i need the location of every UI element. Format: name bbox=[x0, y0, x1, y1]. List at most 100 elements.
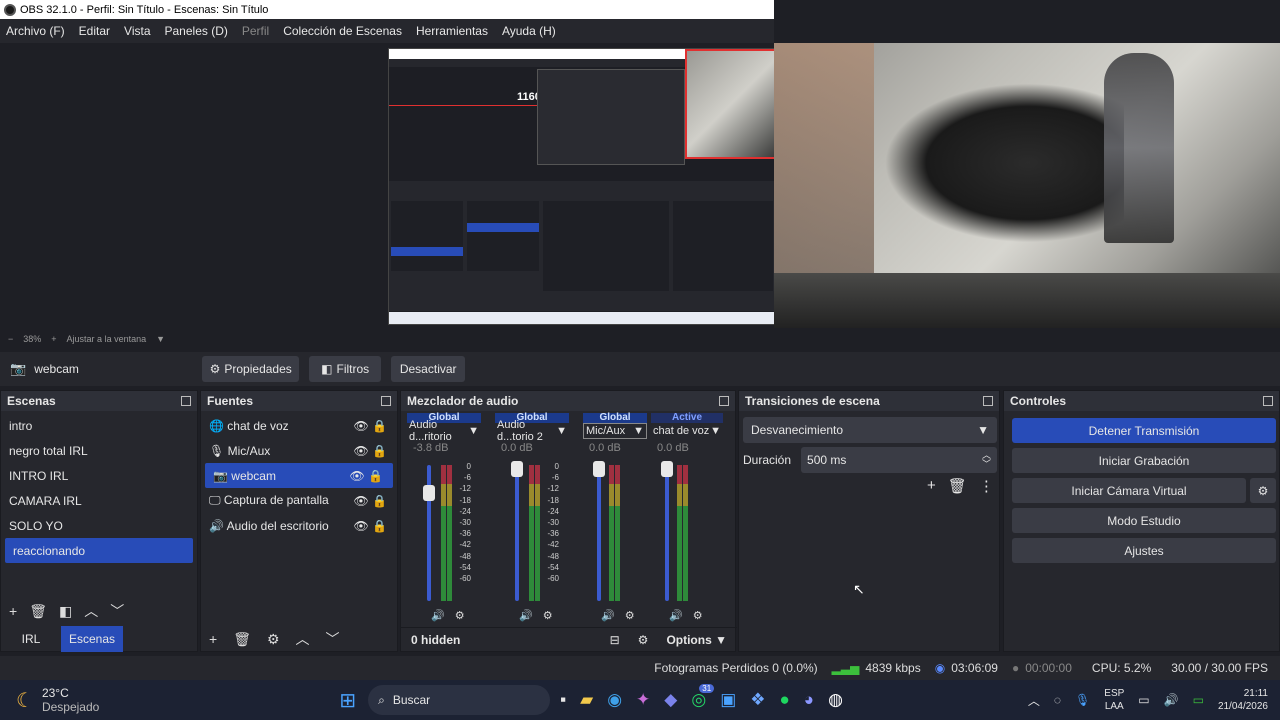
duration-spinbox[interactable]: 500 ms ︿ ﹀ bbox=[801, 447, 997, 473]
source-item-audio-del-escritorio[interactable]: 🔊 Audio del escritorio 👁 🔒 bbox=[201, 513, 397, 538]
spotify-icon[interactable]: ● bbox=[780, 690, 790, 710]
volume-fader-knob[interactable] bbox=[423, 485, 435, 502]
scene-item-negro-total-irl[interactable]: negro total IRL bbox=[1, 438, 197, 463]
chevron-down-icon[interactable]: ▼ bbox=[156, 334, 165, 344]
volume-fader-knob[interactable] bbox=[511, 461, 523, 477]
menu-coleccion[interactable]: Colección de Escenas bbox=[283, 24, 402, 38]
lock-icon[interactable]: 🔒 bbox=[372, 494, 387, 508]
dropbox-icon[interactable]: ❖ bbox=[750, 690, 765, 710]
chevron-down-icon[interactable]: ﹀ bbox=[326, 629, 340, 649]
lock-icon[interactable]: 🔒 bbox=[372, 519, 387, 533]
chevron-up-icon[interactable]: ︿ bbox=[84, 601, 98, 621]
settings-icon[interactable]: ⚙ bbox=[693, 609, 703, 622]
virtual-camera-button[interactable]: Iniciar Cámara Virtual bbox=[1012, 478, 1246, 503]
menu-ayuda[interactable]: Ayuda (H) bbox=[502, 24, 556, 38]
edge-icon[interactable]: ◉ bbox=[607, 690, 622, 710]
trash-icon[interactable]: 🗑 bbox=[29, 603, 47, 620]
stop-stream-button[interactable]: Detener Transmisión bbox=[1012, 418, 1276, 443]
whatsapp-icon[interactable]: ◎ 31 bbox=[691, 684, 715, 710]
chevron-down-icon[interactable]: ﹀ bbox=[110, 601, 124, 621]
advanced-audio-icon[interactable]: ⚙ bbox=[638, 633, 649, 647]
chevron-down-icon[interactable]: ▼ bbox=[468, 425, 479, 437]
clock[interactable]: 21:11 21/04/2026 bbox=[1218, 687, 1268, 713]
settings-icon[interactable]: ⚙ bbox=[455, 609, 465, 622]
battery-icon[interactable]: ▭ bbox=[1193, 693, 1204, 707]
eye-icon[interactable]: 👁 bbox=[353, 494, 368, 508]
more-vertical-icon[interactable]: ⋮ bbox=[979, 477, 994, 495]
transition-select[interactable]: Desvanecimiento ▼ bbox=[743, 417, 997, 443]
menu-editar[interactable]: Editar bbox=[79, 24, 110, 38]
spin-arrows-icon[interactable]: ︿ ﹀ bbox=[982, 451, 991, 469]
trash-icon[interactable]: 🗑 bbox=[233, 631, 251, 648]
menu-vista[interactable]: Vista bbox=[124, 24, 150, 38]
channel-name[interactable]: Mic/Aux ▼ bbox=[583, 423, 647, 439]
weather-widget[interactable]: 23°C Despejado bbox=[42, 686, 99, 714]
eye-icon[interactable]: 👁 bbox=[353, 444, 368, 458]
studio-mode-button[interactable]: Modo Estudio bbox=[1012, 508, 1276, 533]
file-explorer-icon[interactable]: ▰ bbox=[580, 690, 593, 710]
add-icon[interactable]: + bbox=[9, 603, 17, 619]
settings-button[interactable]: Ajustes bbox=[1012, 538, 1276, 563]
scene-item-camara-irl[interactable]: CAMARA IRL bbox=[1, 488, 197, 513]
volume-icon[interactable]: 🔊 bbox=[1164, 693, 1179, 707]
menu-paneles[interactable]: Paneles (D) bbox=[165, 24, 228, 38]
volume-fader-knob[interactable] bbox=[661, 461, 673, 477]
chevron-down-icon[interactable]: ▼ bbox=[633, 425, 644, 437]
channel-name[interactable]: Audio d...torio 2 ▼ bbox=[495, 419, 569, 443]
menu-archivo[interactable]: Archivo (F) bbox=[6, 24, 65, 38]
speaker-icon[interactable]: 🔊 bbox=[669, 609, 683, 622]
volume-fader-track[interactable] bbox=[515, 465, 519, 601]
search-box[interactable]: ⌕ Buscar bbox=[368, 685, 551, 715]
eye-icon[interactable]: 👁 bbox=[349, 469, 364, 483]
tab-irl[interactable]: IRL bbox=[1, 626, 61, 652]
deactivate-button[interactable]: Desactivar bbox=[391, 356, 466, 382]
copilot-icon[interactable]: ✦ bbox=[636, 690, 650, 710]
volume-fader-track[interactable] bbox=[665, 465, 669, 601]
zoom-in-button[interactable]: + bbox=[51, 334, 56, 344]
speaker-icon[interactable]: 🔊 bbox=[431, 609, 445, 622]
source-item-webcam[interactable]: 📷 webcam 👁 🔒 bbox=[205, 463, 393, 488]
chevron-up-icon[interactable]: ︿ bbox=[296, 629, 310, 649]
lock-icon[interactable]: 🔒 bbox=[368, 469, 383, 483]
add-icon[interactable]: + bbox=[927, 477, 936, 495]
discord-icon[interactable]: ◕ bbox=[804, 690, 814, 710]
gear-icon[interactable]: ⚙ bbox=[267, 631, 280, 648]
source-item-captura-de-pantalla[interactable]: 🖵 Captura de pantalla 👁 🔒 bbox=[201, 488, 397, 513]
start-recording-button[interactable]: Iniciar Grabación bbox=[1012, 448, 1276, 473]
virtual-camera-settings-button[interactable]: ⚙ bbox=[1250, 478, 1276, 503]
settings-icon[interactable]: ⚙ bbox=[625, 609, 635, 622]
scene-item-intro-irl[interactable]: INTRO IRL bbox=[1, 463, 197, 488]
chevron-down-icon[interactable]: ▼ bbox=[556, 425, 567, 437]
properties-button[interactable]: ⚙ Propiedades bbox=[202, 356, 300, 382]
add-icon[interactable]: + bbox=[209, 631, 217, 647]
speaker-icon[interactable]: 🔊 bbox=[519, 609, 533, 622]
windows-start-icon[interactable]: ⊞ bbox=[339, 688, 356, 713]
undock-icon[interactable] bbox=[983, 396, 993, 406]
speaker-icon[interactable]: 🔊 bbox=[601, 609, 615, 622]
chevron-down-icon[interactable]: ▼ bbox=[710, 425, 721, 437]
store-icon[interactable]: ▣ bbox=[720, 690, 736, 710]
undock-icon[interactable] bbox=[1263, 396, 1273, 406]
lock-icon[interactable]: 🔒 bbox=[372, 444, 387, 458]
source-item-chat-de-voz[interactable]: 🌐 chat de voz 👁 🔒 bbox=[201, 413, 397, 438]
source-item-mic-aux[interactable]: 🎙 Mic/Aux 👁 🔒 bbox=[201, 438, 397, 463]
menu-herramientas[interactable]: Herramientas bbox=[416, 24, 488, 38]
settings-icon[interactable]: ⚙ bbox=[543, 609, 553, 622]
teams-icon[interactable]: ◆ bbox=[664, 690, 677, 710]
language-indicator[interactable]: ESP LAA bbox=[1104, 687, 1124, 713]
zoom-out-button[interactable]: − bbox=[8, 334, 13, 344]
obs-icon[interactable]: ◍ bbox=[828, 690, 843, 710]
scene-item-intro[interactable]: intro bbox=[1, 413, 197, 438]
filters-button[interactable]: ◧ Filtros bbox=[309, 356, 382, 382]
layout-icon[interactable]: ⊟ bbox=[610, 633, 620, 647]
scene-item-reaccionando[interactable]: reaccionando bbox=[5, 538, 193, 563]
menu-perfil[interactable]: Perfil bbox=[242, 24, 269, 38]
volume-fader-knob[interactable] bbox=[593, 461, 605, 477]
scene-item-solo-yo[interactable]: SOLO YO bbox=[1, 513, 197, 538]
eye-icon[interactable]: 👁 bbox=[353, 519, 368, 533]
channel-name[interactable]: chat de voz ▼ bbox=[651, 423, 723, 439]
microphone-icon[interactable]: 🎙 bbox=[1075, 693, 1090, 707]
trash-icon[interactable]: 🗑 bbox=[948, 477, 967, 495]
undock-icon[interactable] bbox=[181, 396, 191, 406]
lock-icon[interactable]: 🔒 bbox=[372, 419, 387, 433]
